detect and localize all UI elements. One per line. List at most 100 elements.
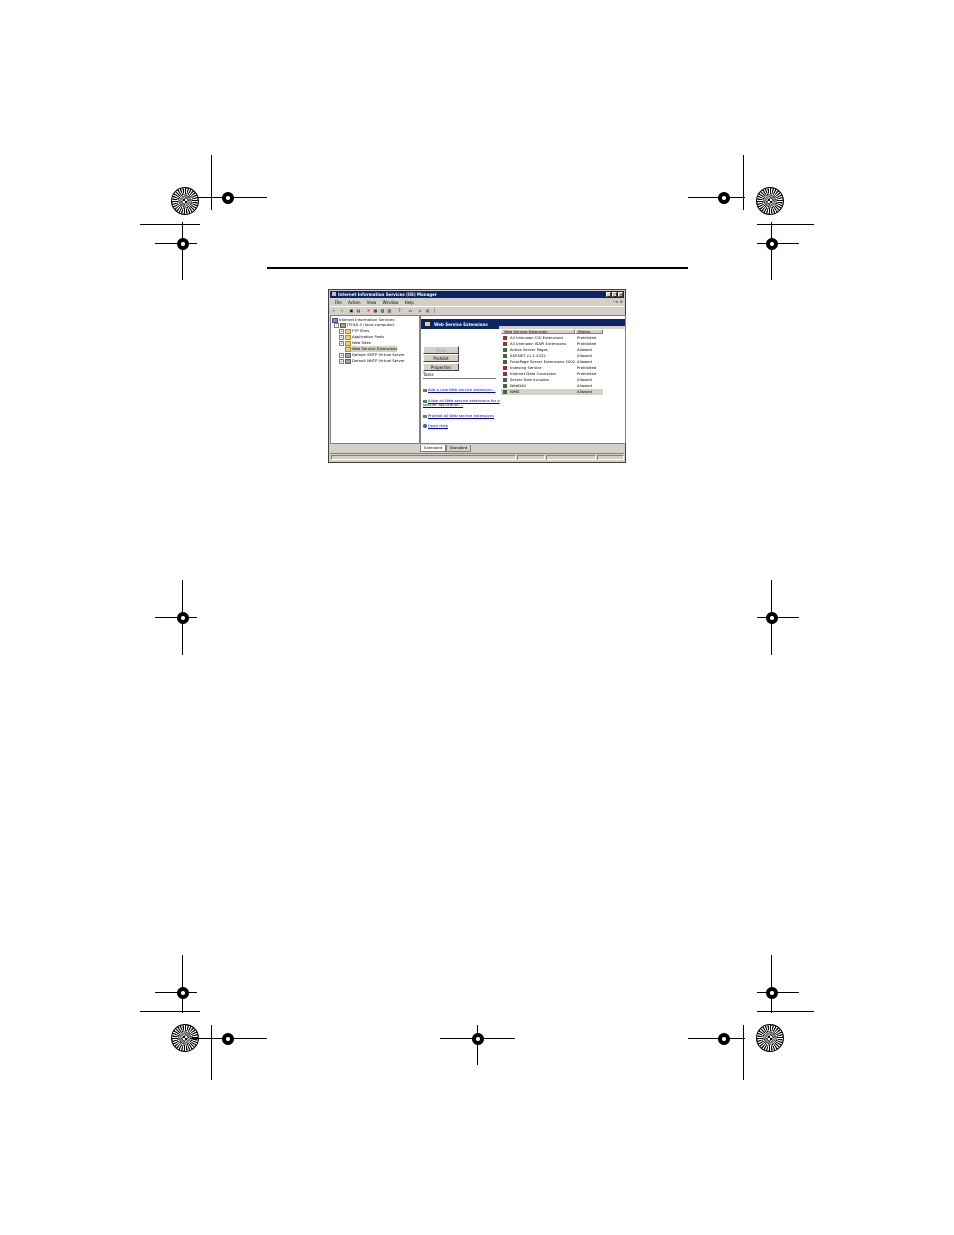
registration-mark bbox=[766, 987, 778, 999]
crop-line bbox=[757, 224, 814, 225]
allowed-extension-icon bbox=[503, 390, 507, 394]
refresh-icon[interactable]: ▧ bbox=[380, 308, 385, 313]
registration-mark bbox=[177, 238, 189, 250]
toolbar: ← → ▣ ▤ ✕ ▦ ▧ ▨ ? ▭ ▶ ■ ‖ bbox=[330, 306, 624, 315]
status-pane bbox=[517, 455, 545, 460]
crop-line bbox=[211, 1025, 212, 1080]
task-allow-all-continued[interactable]: specific application... bbox=[423, 402, 463, 408]
minimize-button[interactable]: _ bbox=[606, 292, 611, 297]
expand-icon[interactable]: + bbox=[339, 334, 344, 340]
expand-icon[interactable]: + bbox=[339, 340, 344, 346]
crop-line bbox=[688, 1038, 745, 1039]
up-icon[interactable]: ▣ bbox=[349, 308, 354, 313]
color-bar-star bbox=[756, 1024, 784, 1052]
registration-mark bbox=[472, 1033, 484, 1045]
crop-line bbox=[182, 222, 183, 280]
console-tree: Internet Information Services - JTFILE-3 … bbox=[330, 315, 420, 444]
show-tree-icon[interactable]: ▤ bbox=[356, 308, 361, 313]
add-icon bbox=[423, 388, 427, 392]
column-header-status[interactable]: Status bbox=[575, 329, 603, 334]
title-bar[interactable]: Internet Information Services (IIS) Mana… bbox=[330, 291, 624, 298]
forward-icon[interactable]: → bbox=[339, 308, 344, 313]
crop-line bbox=[757, 617, 799, 618]
collapse-icon[interactable]: - bbox=[334, 322, 339, 328]
crop-line bbox=[688, 197, 745, 198]
list-item-selected[interactable]: WMS Allowed bbox=[501, 389, 603, 395]
prohibit-icon bbox=[423, 414, 427, 418]
expand-icon[interactable]: + bbox=[339, 328, 344, 334]
registration-mark bbox=[718, 1033, 730, 1045]
crop-line bbox=[757, 1011, 814, 1012]
allow-button[interactable]: Allow bbox=[423, 346, 459, 354]
expand-icon[interactable]: + bbox=[339, 358, 344, 364]
header-rule bbox=[267, 267, 688, 269]
stop-icon[interactable]: ■ bbox=[425, 308, 430, 313]
menu-window[interactable]: Window bbox=[383, 299, 399, 306]
delete-icon[interactable]: ✕ bbox=[366, 308, 371, 313]
mdi-controls: - ▫ × bbox=[613, 299, 623, 304]
tree-node-nntp-server[interactable]: + Default NNTP Virtual Server bbox=[339, 358, 405, 364]
prohibit-button[interactable]: Prohibit bbox=[423, 354, 459, 362]
crop-line bbox=[757, 992, 799, 993]
crop-line bbox=[182, 955, 183, 1013]
tree-node-computer[interactable]: - JTFILE-3 (local computer) bbox=[334, 322, 395, 328]
allowed-extension-icon bbox=[503, 348, 507, 352]
tree-node-smtp-server[interactable]: + Default SMTP Virtual Server bbox=[339, 352, 405, 358]
folder-icon bbox=[345, 328, 351, 334]
properties-icon[interactable]: ▦ bbox=[373, 308, 378, 313]
play-icon[interactable]: ▶ bbox=[418, 308, 423, 313]
prohibited-extension-icon bbox=[503, 372, 507, 376]
task-add-extension[interactable]: Add a new Web service extension... bbox=[423, 387, 496, 393]
tree-node-ftp-sites[interactable]: + FTP Sites bbox=[339, 328, 369, 334]
crop-line bbox=[771, 222, 772, 280]
tasks-divider bbox=[423, 378, 496, 379]
crop-line bbox=[155, 992, 197, 993]
panel-header: Web Service Extensions bbox=[421, 319, 625, 329]
tab-extended[interactable]: Extended bbox=[420, 445, 447, 452]
expand-icon[interactable]: + bbox=[339, 352, 344, 358]
crop-line bbox=[155, 243, 197, 244]
maximize-button[interactable]: □ bbox=[612, 292, 617, 297]
tree-node-web-sites[interactable]: + Web Sites bbox=[339, 340, 371, 346]
folder-icon bbox=[345, 334, 351, 340]
menu-action[interactable]: Action bbox=[348, 299, 361, 306]
registration-mark bbox=[177, 612, 189, 624]
status-pane bbox=[331, 455, 516, 460]
prohibited-extension-icon bbox=[503, 342, 507, 346]
task-open-help[interactable]: Open Help bbox=[423, 423, 448, 429]
pause-icon[interactable]: ‖ bbox=[432, 308, 437, 313]
panel-title: Web Service Extensions bbox=[434, 322, 488, 327]
close-button[interactable]: × bbox=[618, 292, 623, 297]
back-icon[interactable]: ← bbox=[332, 308, 337, 313]
task-prohibit-all[interactable]: Prohibit all Web service extensions bbox=[423, 413, 494, 419]
mdi-restore-icon[interactable]: ▫ bbox=[616, 299, 619, 304]
folder-icon bbox=[345, 340, 351, 346]
export-icon[interactable]: ▨ bbox=[387, 308, 392, 313]
tree-node-application-pools[interactable]: + Application Pools bbox=[339, 334, 384, 340]
status-pane bbox=[546, 455, 596, 460]
column-header-extension[interactable]: Web Service Extension bbox=[501, 329, 575, 334]
menu-view[interactable]: View bbox=[367, 299, 377, 306]
menu-bar: File Action View Window Help bbox=[330, 299, 624, 306]
help-icon[interactable]: ? bbox=[397, 308, 402, 313]
menu-help[interactable]: Help bbox=[405, 299, 414, 306]
folder-icon bbox=[425, 322, 430, 326]
folder-icon bbox=[345, 346, 351, 352]
mdi-minimize-icon[interactable]: - bbox=[613, 299, 614, 304]
registration-mark bbox=[177, 987, 189, 999]
menu-file[interactable]: File bbox=[335, 299, 342, 306]
crop-line bbox=[743, 1025, 744, 1080]
status-bar bbox=[330, 453, 624, 461]
allowed-extension-icon bbox=[503, 360, 507, 364]
tree-node-web-service-extensions[interactable]: Web Service Extensions bbox=[345, 346, 398, 352]
properties-button[interactable]: Properties bbox=[423, 363, 459, 371]
allowed-extension-icon bbox=[503, 384, 507, 388]
mdi-close-icon[interactable]: × bbox=[620, 299, 623, 304]
tab-standard[interactable]: Standard bbox=[446, 445, 472, 452]
crop-line bbox=[743, 155, 744, 210]
computer-icon bbox=[340, 322, 346, 328]
computer-icon[interactable]: ▭ bbox=[408, 308, 413, 313]
app-icon bbox=[332, 292, 336, 296]
help-icon bbox=[423, 424, 427, 428]
crop-line bbox=[477, 1025, 478, 1065]
